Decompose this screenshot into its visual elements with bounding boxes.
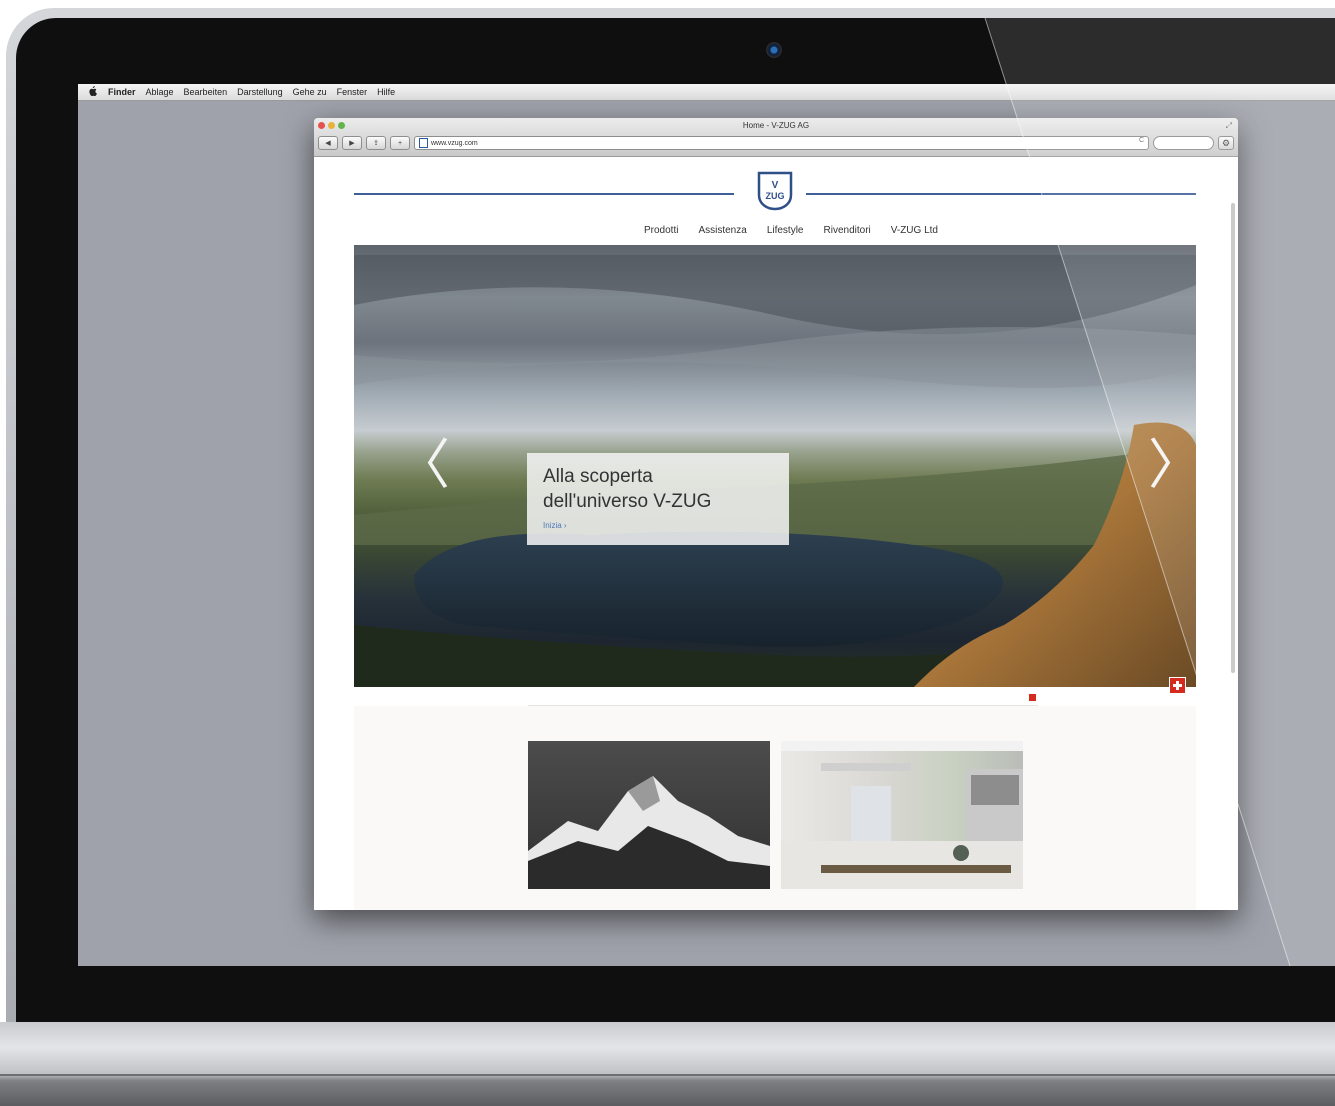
fullscreen-icon[interactable]: ⤢ <box>1226 121 1232 131</box>
menu-fenster[interactable]: Fenster <box>337 87 368 97</box>
nav-prodotti[interactable]: Prodotti <box>644 225 678 236</box>
camera-icon <box>766 42 782 58</box>
hero-slider: 〈 〉 Alla scoperta dell'universo V-ZUG In… <box>354 245 1196 687</box>
forward-button[interactable]: ▶ <box>342 136 362 150</box>
address-bar[interactable]: www.vzug.com C <box>414 136 1149 150</box>
url-text: www.vzug.com <box>431 139 478 147</box>
hero-caption-box: Alla scoperta dell'universo V-ZUG Inizia… <box>527 453 789 545</box>
hero-title-line1: Alla scoperta <box>543 466 653 487</box>
nav-rivenditori[interactable]: Rivenditori <box>824 225 871 236</box>
vzug-logo[interactable]: V ZUG <box>755 171 795 211</box>
hero-title-line2: dell'universo V-ZUG <box>543 491 712 512</box>
header-rule-left <box>354 193 734 195</box>
reload-button[interactable]: C <box>1139 137 1144 144</box>
mountain-teaser-image[interactable] <box>528 741 770 889</box>
chevron-left-icon[interactable]: 〈 <box>396 435 450 495</box>
menu-gehe-zu[interactable]: Gehe zu <box>293 87 327 97</box>
laptop-base-edge <box>0 1074 1335 1076</box>
share-items <box>997 693 1038 701</box>
swiss-flag-icon[interactable] <box>1169 677 1186 694</box>
search-input[interactable] <box>1153 136 1214 150</box>
gear-icon[interactable]: ⚙ <box>1218 136 1234 150</box>
browser-window: Home - V-ZUG AG ⤢ ◀ ▶ ⇪ + www.vzug.com C… <box>314 118 1238 910</box>
nav-vzug-ltd[interactable]: V-ZUG Ltd <box>891 225 938 236</box>
apple-icon[interactable] <box>88 85 100 99</box>
content-band <box>354 706 1196 910</box>
laptop-base <box>0 1022 1335 1106</box>
flag-icon <box>1029 693 1036 701</box>
browser-toolbar: ◀ ▶ ⇪ + www.vzug.com C ⚙ <box>318 135 1234 151</box>
window-title: Home - V-ZUG AG <box>742 121 810 130</box>
language-selector[interactable] <box>1029 693 1038 701</box>
main-nav: Prodotti Assistenza Lifestyle Rivenditor… <box>314 225 1238 236</box>
nav-assistenza[interactable]: Assistenza <box>698 225 746 236</box>
page-icon <box>419 138 428 148</box>
menu-bearbeiten[interactable]: Bearbeiten <box>184 87 228 97</box>
desktop-screen: Finder Ablage Bearbeiten Darstellung Geh… <box>78 84 1335 966</box>
menu-hilfe[interactable]: Hilfe <box>377 87 395 97</box>
logo-top-text: V <box>772 180 779 191</box>
web-page: V ZUG Prodotti Assistenza Lifestyle Rive… <box>314 157 1238 910</box>
share-bar <box>528 689 1038 706</box>
nav-lifestyle[interactable]: Lifestyle <box>767 225 804 236</box>
menu-ablage[interactable]: Ablage <box>146 87 174 97</box>
chevron-right-icon[interactable]: 〉 <box>1148 435 1196 495</box>
hero-start-link[interactable]: Inizia › <box>543 521 567 530</box>
share-button[interactable]: ⇪ <box>366 136 386 150</box>
back-button[interactable]: ◀ <box>318 136 338 150</box>
scrollbar-thumb[interactable] <box>1231 203 1235 673</box>
page-scrollbar[interactable] <box>1230 199 1236 679</box>
logo-bottom-text: ZUG <box>766 191 785 201</box>
menu-darstellung[interactable]: Darstellung <box>237 87 283 97</box>
header-rule-right <box>806 193 1196 195</box>
add-bookmark-button[interactable]: + <box>390 136 410 150</box>
mac-menubar: Finder Ablage Bearbeiten Darstellung Geh… <box>78 84 1335 101</box>
kitchen-teaser-image[interactable] <box>781 741 1023 889</box>
browser-chrome: Home - V-ZUG AG ⤢ ◀ ▶ ⇪ + www.vzug.com C… <box>314 118 1238 157</box>
menu-finder[interactable]: Finder <box>108 87 136 97</box>
